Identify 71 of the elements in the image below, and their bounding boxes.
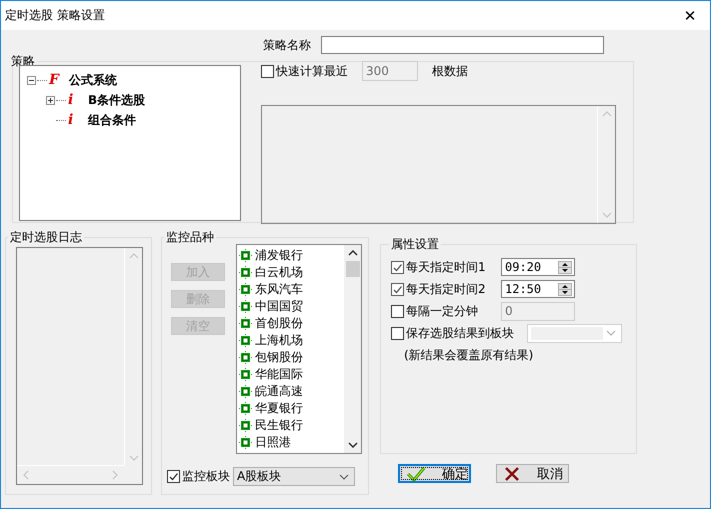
tree-item[interactable]: B条件选股 xyxy=(88,92,146,108)
stock-item[interactable]: 首创股份 xyxy=(255,315,303,332)
stock-item[interactable]: 皖通高速 xyxy=(255,383,303,400)
checkbox[interactable] xyxy=(261,64,274,78)
collapse-icon[interactable] xyxy=(27,76,36,84)
ok-button[interactable]: 确定 xyxy=(398,464,471,483)
scroll-thumb[interactable] xyxy=(346,261,360,277)
tree-item[interactable]: 组合条件 xyxy=(88,112,136,128)
bar-count-suffix: 根数据 xyxy=(432,62,468,80)
stock-list[interactable]: 浦发银行 白云机场 东风汽车 中国国贸 首创股份 上海机场 包钢股份 华能国际 皖通高速 华夏银行 民生银行 日照港 xyxy=(236,244,362,454)
stock-icon xyxy=(239,419,252,432)
strategy-name-field[interactable] xyxy=(321,36,604,54)
note-text: (新结果会覆盖原有结果) xyxy=(404,347,534,364)
stock-item[interactable]: 上海机场 xyxy=(255,332,303,349)
window-title: 定时选股 策略设置 xyxy=(5,7,105,24)
checkbox-label: 每隔一定分钟 xyxy=(406,302,479,320)
stock-item[interactable]: 包钢股份 xyxy=(255,349,303,366)
checkbox[interactable] xyxy=(391,326,404,340)
scroll-down-icon[interactable] xyxy=(348,442,358,448)
stock-item[interactable]: 日照港 xyxy=(255,434,291,451)
stock-item[interactable]: 华能国际 xyxy=(255,366,303,383)
stock-icon xyxy=(239,385,252,398)
cancel-button[interactable]: 取消 xyxy=(496,464,569,483)
expand-icon[interactable] xyxy=(46,96,55,104)
checkbox[interactable] xyxy=(167,470,180,483)
scroll-up-icon[interactable] xyxy=(348,250,358,256)
checkbox[interactable] xyxy=(391,260,404,274)
minutes-field[interactable]: 0 xyxy=(501,302,575,320)
stock-icon xyxy=(239,402,252,415)
checkbox[interactable] xyxy=(391,304,404,318)
group-title: 定时选股日志 xyxy=(9,231,83,243)
stock-icon xyxy=(239,266,252,279)
strategy-tree[interactable]: F 公式系统 i B条件选股 i 组合条件 xyxy=(19,65,241,221)
stock-icon xyxy=(239,436,252,449)
stock-item[interactable]: 东风汽车 xyxy=(255,281,303,298)
indicator-marker: i xyxy=(68,112,74,128)
stock-item[interactable]: 民生银行 xyxy=(255,417,303,434)
checkbox-label: 每天指定时间2 xyxy=(406,280,487,298)
checkbox-label: 每天指定时间1 xyxy=(406,258,487,276)
stock-item[interactable]: 白云机场 xyxy=(255,264,303,281)
cross-icon xyxy=(503,466,521,482)
stock-icon xyxy=(239,368,252,381)
bar-count-field[interactable]: 300 xyxy=(362,61,418,81)
time-field[interactable]: 12:50 xyxy=(501,280,575,298)
checkbox-label: 保存选股结果到板块 xyxy=(406,324,514,342)
stock-icon xyxy=(239,283,252,296)
stock-item[interactable]: 中国国贸 xyxy=(255,298,303,315)
board-dropdown[interactable]: A股板块 xyxy=(233,467,355,486)
group-title: 属性设置 xyxy=(390,238,440,250)
spin-icon[interactable] xyxy=(558,260,572,274)
checkbox-label: 监控板块 xyxy=(182,468,230,485)
caret-icon xyxy=(606,330,616,336)
strategy-name-label: 策略名称 xyxy=(263,36,311,54)
formula-marker: F xyxy=(49,72,61,88)
time-field[interactable]: 09:20 xyxy=(501,258,575,276)
spin-icon[interactable] xyxy=(558,282,572,296)
caret-icon xyxy=(339,474,349,480)
group-title: 监控品种 xyxy=(165,231,215,243)
checkbox[interactable] xyxy=(391,282,404,296)
close-button[interactable]: ✕ xyxy=(670,2,710,30)
stock-icon xyxy=(239,249,252,262)
stock-icon xyxy=(239,351,252,364)
stock-icon xyxy=(239,300,252,313)
stock-icon xyxy=(239,334,252,347)
stock-item[interactable]: 华夏银行 xyxy=(255,400,303,417)
stock-item[interactable]: 浦发银行 xyxy=(255,247,303,264)
tree-item[interactable]: 公式系统 xyxy=(69,72,117,88)
indicator-marker: i xyxy=(68,92,74,108)
checkbox-label: 快速计算最近 xyxy=(276,62,348,80)
stock-icon xyxy=(239,317,252,330)
check-icon xyxy=(406,466,426,482)
